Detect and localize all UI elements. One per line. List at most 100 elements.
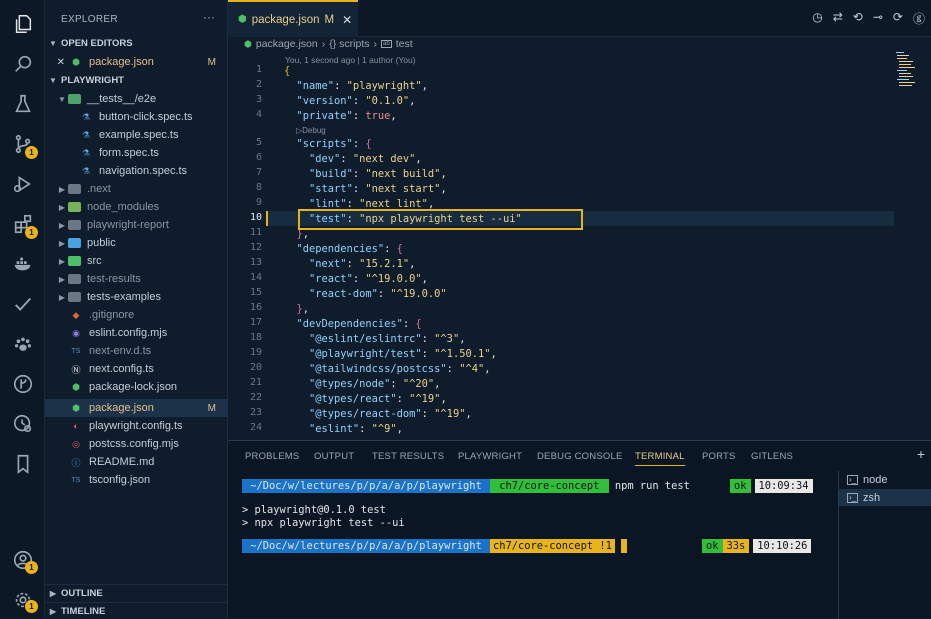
- tree-file-selected[interactable]: ⬢ package.json M: [45, 399, 228, 417]
- tree-file[interactable]: ⚗ example.spec.ts: [45, 126, 228, 144]
- search-icon[interactable]: [0, 46, 45, 82]
- timeline-section[interactable]: ▶ TIMELINE: [45, 602, 228, 619]
- tree-folder[interactable]: ▶ test-results: [45, 270, 228, 288]
- git-graph-icon[interactable]: [0, 366, 45, 402]
- tree-file[interactable]: ⬢ package-lock.json: [45, 378, 228, 396]
- breadcrumb-file[interactable]: package.json: [256, 38, 318, 50]
- close-icon[interactable]: ✕: [342, 13, 352, 27]
- tree-folder[interactable]: ▶ tests-examples: [45, 288, 228, 306]
- tab-terminal[interactable]: TERMINAL: [635, 451, 685, 466]
- tree-file[interactable]: ⚗ navigation.spec.ts: [45, 162, 228, 180]
- line-number: 21: [249, 377, 262, 388]
- close-icon[interactable]: ✕: [45, 57, 65, 68]
- code-line[interactable]: "@types/node": "^20",: [284, 377, 440, 392]
- code-line[interactable]: "react-dom": "^19.0.0": [284, 287, 447, 302]
- bookmark-icon[interactable]: [0, 446, 45, 482]
- code-line[interactable]: "eslint": "^9",: [284, 422, 403, 437]
- tree-file[interactable]: TS next-env.d.ts: [45, 342, 228, 360]
- tree-folder[interactable]: ▶ public: [45, 234, 228, 252]
- code-line[interactable]: "devDependencies": {: [284, 317, 422, 332]
- new-terminal-icon[interactable]: +: [917, 446, 925, 462]
- files-icon[interactable]: [0, 6, 45, 42]
- tab-gitlens[interactable]: GITLENS: [751, 451, 793, 462]
- blame-annotation[interactable]: You, 1 second ago | 1 author (You): [285, 55, 416, 65]
- minimap[interactable]: [894, 50, 924, 90]
- tree-file[interactable]: ⚗ form.spec.ts: [45, 144, 228, 162]
- settings-gear-icon[interactable]: [0, 582, 45, 618]
- tree-folder[interactable]: ▶ .next: [45, 180, 228, 198]
- extensions-icon[interactable]: [0, 206, 45, 242]
- code-line[interactable]: "dependencies": {: [284, 242, 403, 257]
- tree-folder[interactable]: ▶ node_modules: [45, 198, 228, 216]
- code-line[interactable]: "@playwright/test": "^1.50.1",: [284, 347, 497, 362]
- code-line[interactable]: "@eslint/eslintrc": "^3",: [284, 332, 465, 347]
- workspace-section[interactable]: ▼ PLAYWRIGHT: [45, 72, 228, 89]
- tsconfig-icon: TS: [71, 476, 81, 484]
- tree-folder-tests[interactable]: ▼ __tests__/e2e: [45, 90, 228, 108]
- code-line[interactable]: "next": "15.2.1",: [284, 257, 415, 272]
- open-editor-item[interactable]: ✕ ⬢ package.json M: [45, 53, 228, 71]
- tree-file[interactable]: Ⓝ next.config.ts: [45, 360, 228, 378]
- tree-item-label: eslint.config.mjs: [89, 327, 168, 339]
- nodejs-file-icon: ⬢: [72, 402, 80, 413]
- debug-codelens[interactable]: ▷Debug: [296, 126, 326, 135]
- source-control-icon[interactable]: [0, 126, 45, 162]
- tree-file[interactable]: ⚗ button-click.spec.ts: [45, 108, 228, 126]
- tab-debug-console[interactable]: DEBUG CONSOLE: [537, 451, 622, 462]
- code-line[interactable]: },: [284, 302, 310, 317]
- tree-folder[interactable]: ▶ src: [45, 252, 228, 270]
- terminal-item-zsh[interactable]: ›_ zsh: [839, 489, 931, 506]
- code-line[interactable]: "build": "next build",: [284, 167, 447, 182]
- next-icon: Ⓝ: [71, 364, 81, 375]
- code-line[interactable]: "@types/react": "^19",: [284, 392, 447, 407]
- more-actions-icon[interactable]: ···: [203, 10, 215, 24]
- next-change-icon[interactable]: ⟳: [893, 10, 903, 27]
- outline-section[interactable]: ▶ OUTLINE: [45, 584, 228, 601]
- code-line[interactable]: "dev": "next dev",: [284, 152, 422, 167]
- account-badge: 1: [25, 561, 38, 574]
- chevron-right-icon: ▶: [58, 292, 66, 302]
- history-icon[interactable]: ◷: [812, 10, 822, 27]
- code-line[interactable]: "scripts": {: [284, 137, 372, 152]
- tree-folder[interactable]: ▶ playwright-report: [45, 216, 228, 234]
- tab-test-results[interactable]: TEST RESULTS: [372, 451, 444, 462]
- docker-icon[interactable]: [0, 246, 45, 282]
- run-debug-icon[interactable]: [0, 166, 45, 202]
- breadcrumb-scripts[interactable]: {} scripts: [329, 38, 369, 50]
- timeline-search-icon[interactable]: [0, 406, 45, 442]
- code-line[interactable]: "@tailwindcss/postcss": "^4",: [284, 362, 490, 377]
- code-line[interactable]: "version": "0.1.0",: [284, 94, 416, 109]
- git-lens-icon[interactable]: ⓖ: [913, 10, 925, 27]
- open-editors-section[interactable]: ▼ OPEN EDITORS: [45, 35, 228, 52]
- code-line[interactable]: "name": "playwright",: [284, 79, 428, 94]
- tab-ports[interactable]: PORTS: [702, 451, 736, 462]
- line-number: 24: [249, 422, 262, 433]
- code-line[interactable]: "private": true,: [284, 109, 397, 124]
- breadcrumb-test[interactable]: test: [396, 38, 413, 50]
- beaker-icon[interactable]: [0, 86, 45, 122]
- tree-item-label: src: [87, 255, 102, 267]
- code-line[interactable]: "react": "^19.0.0",: [284, 272, 428, 287]
- tree-file[interactable]: ◆ .gitignore: [45, 306, 228, 324]
- tree-file[interactable]: ◉ eslint.config.mjs: [45, 324, 228, 342]
- account-icon[interactable]: [0, 542, 45, 578]
- terminal-item-node[interactable]: ›_ node: [839, 471, 931, 488]
- checkmark-icon[interactable]: [0, 286, 45, 322]
- previous-change-icon[interactable]: ⟲: [853, 10, 863, 27]
- tree-file[interactable]: TS tsconfig.json: [45, 471, 228, 489]
- terminal-cursor: [620, 539, 627, 553]
- tab-problems[interactable]: PROBLEMS: [245, 451, 299, 462]
- code-line[interactable]: "@types/react-dom": "^19",: [284, 407, 472, 422]
- tree-file[interactable]: ◎ postcss.config.mjs: [45, 435, 228, 453]
- tab-output[interactable]: OUTPUT: [314, 451, 354, 462]
- tree-item-label: .next: [87, 183, 111, 195]
- compare-icon[interactable]: ⇄: [833, 10, 843, 27]
- code-line[interactable]: "start": "next start",: [284, 182, 447, 197]
- tree-file[interactable]: ⓘ README.md: [45, 453, 228, 471]
- code-line[interactable]: {: [284, 64, 290, 79]
- tab-playwright[interactable]: PLAYWRIGHT: [458, 451, 522, 462]
- tab-package-json[interactable]: ⬢ package.json M ✕: [228, 0, 358, 37]
- tree-file[interactable]: ◐ playwright.config.ts: [45, 417, 228, 435]
- commit-icon[interactable]: ⊸: [873, 10, 883, 27]
- paw-icon[interactable]: [0, 326, 45, 362]
